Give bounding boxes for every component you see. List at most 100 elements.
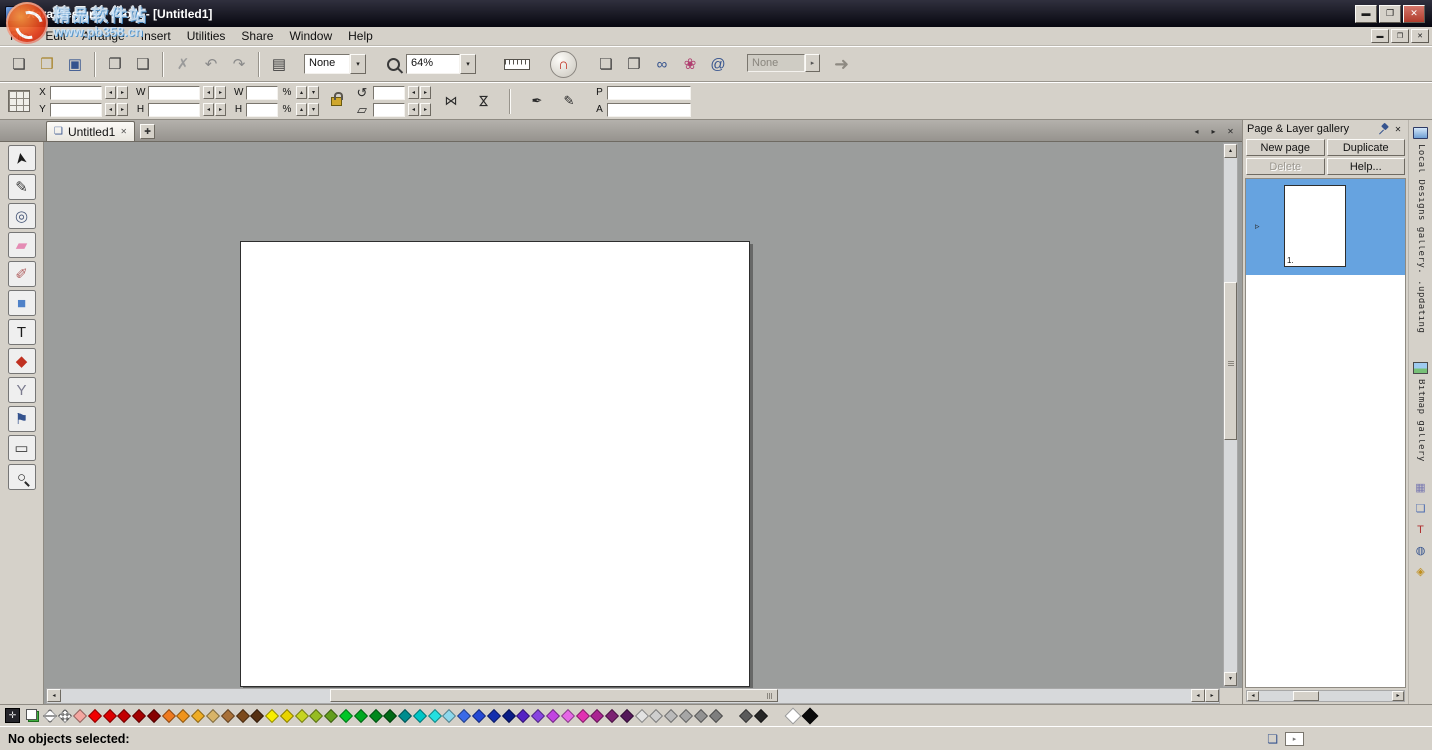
- width-increase-button[interactable]: ▸: [215, 86, 226, 99]
- color-swatch[interactable]: [235, 708, 249, 722]
- color-swatch[interactable]: [620, 708, 634, 722]
- canvas[interactable]: ▴ ▾ ◂ ◂ ▸: [44, 142, 1242, 704]
- name-gallery-icon[interactable]: ◈: [1416, 567, 1424, 578]
- transparency-tool-button[interactable]: Y: [8, 377, 36, 403]
- page-list-item[interactable]: ▹ 1.: [1246, 179, 1405, 275]
- color-swatch[interactable]: [88, 708, 102, 722]
- color-swatch[interactable]: [442, 708, 456, 722]
- text-tool-button[interactable]: T: [8, 319, 36, 345]
- color-swatch[interactable]: [354, 708, 368, 722]
- bitmap-gallery-tab[interactable]: Bitmap gallery: [1416, 379, 1425, 471]
- height-field[interactable]: [148, 103, 200, 117]
- pin-icon[interactable]: [1378, 123, 1389, 135]
- color-swatch[interactable]: [309, 708, 323, 722]
- gallery-scroll-right-button[interactable]: ▸: [1392, 691, 1404, 701]
- live-effect-value[interactable]: None: [747, 54, 805, 72]
- color-swatch[interactable]: [206, 708, 220, 722]
- color-swatch[interactable]: [784, 707, 801, 724]
- document-close-button[interactable]: ✕: [1411, 29, 1429, 43]
- fill-gallery-icon[interactable]: ▦: [1415, 483, 1425, 494]
- photo-tool-button[interactable]: ◎: [8, 203, 36, 229]
- color-swatch[interactable]: [575, 708, 589, 722]
- share-button[interactable]: ❀: [677, 51, 703, 77]
- menu-item[interactable]: Window: [281, 28, 340, 44]
- tab-scroll-right-button[interactable]: ▸: [1207, 124, 1220, 138]
- color-picker-icon[interactable]: ✛: [5, 708, 20, 723]
- color-swatch[interactable]: [694, 708, 708, 722]
- rotate-cw-button[interactable]: ▸: [420, 86, 431, 99]
- maximize-button[interactable]: ❐: [1379, 5, 1401, 23]
- color-swatch[interactable]: [221, 708, 235, 722]
- color-swatch[interactable]: [162, 708, 176, 722]
- delete-button[interactable]: ✗: [170, 51, 196, 77]
- color-swatch[interactable]: [398, 708, 412, 722]
- local-designs-gallery-icon[interactable]: [1413, 127, 1428, 139]
- vertical-scroll-thumb[interactable]: [1224, 282, 1237, 440]
- color-swatch[interactable]: [546, 708, 560, 722]
- y-position-field[interactable]: [50, 103, 102, 117]
- paste-format-button[interactable]: ▤: [266, 51, 292, 77]
- color-swatch[interactable]: [147, 708, 161, 722]
- color-swatch[interactable]: [708, 708, 722, 722]
- status-indicator-box[interactable]: ▸: [1285, 732, 1304, 746]
- page-thumbnail[interactable]: 1.: [1284, 185, 1346, 267]
- x-position-field[interactable]: [50, 86, 102, 100]
- zoom-dropdown-button[interactable]: ▾: [460, 54, 476, 74]
- scroll-left-button[interactable]: ◂: [47, 689, 61, 702]
- color-swatch[interactable]: [664, 708, 678, 722]
- no-color-swatch[interactable]: [43, 708, 57, 722]
- tab-bar-close-button[interactable]: ✕: [1224, 124, 1237, 138]
- rotate-ccw-button[interactable]: ◂: [408, 86, 419, 99]
- color-swatch[interactable]: [295, 708, 309, 722]
- p-field[interactable]: [607, 86, 691, 100]
- width-field[interactable]: [148, 86, 200, 100]
- minimize-button[interactable]: ▬: [1355, 5, 1377, 23]
- menu-item[interactable]: Insert: [133, 28, 179, 44]
- erase-tool-button[interactable]: ▰: [8, 232, 36, 258]
- skew-left-button[interactable]: ◂: [408, 103, 419, 116]
- zoom-value[interactable]: 64%: [406, 54, 460, 74]
- freehand-tool-button[interactable]: ✎: [8, 174, 36, 200]
- color-swatch[interactable]: [679, 708, 693, 722]
- scroll-right-button[interactable]: ▸: [1205, 689, 1219, 702]
- rotation-angle-field[interactable]: [373, 86, 405, 100]
- gallery-close-icon[interactable]: ✕: [1392, 125, 1404, 134]
- menu-item[interactable]: Arrange: [74, 28, 133, 44]
- color-swatch[interactable]: [487, 708, 501, 722]
- fill-style-value[interactable]: None: [304, 54, 350, 74]
- checker-swatch[interactable]: [58, 708, 72, 722]
- color-swatch[interactable]: [132, 708, 146, 722]
- show-rulers-button[interactable]: [500, 51, 534, 77]
- a-field[interactable]: [607, 103, 691, 117]
- color-swatch[interactable]: [176, 708, 190, 722]
- color-swatch[interactable]: [250, 708, 264, 722]
- menu-item[interactable]: File: [2, 28, 37, 44]
- shape-editor-tool-button[interactable]: ✐: [8, 261, 36, 287]
- redo-button[interactable]: ↷: [226, 51, 252, 77]
- y-decrease-button[interactable]: ◂: [105, 103, 116, 116]
- scroll-down-button[interactable]: ▾: [1224, 672, 1237, 686]
- clipart-gallery-icon[interactable]: ◍: [1416, 546, 1426, 557]
- flip-horizontal-button[interactable]: ⋈: [439, 90, 463, 112]
- scale-height-up-button[interactable]: ▴: [296, 103, 307, 116]
- y-increase-button[interactable]: ▸: [117, 103, 128, 116]
- effects-tool-button[interactable]: ⚑: [8, 406, 36, 432]
- anchor-point-grid[interactable]: [8, 90, 30, 112]
- height-decrease-button[interactable]: ◂: [203, 103, 214, 116]
- export-button[interactable]: ❏: [593, 51, 619, 77]
- horizontal-scrollbar[interactable]: ◂ ◂ ▸: [46, 688, 1220, 704]
- document-tab[interactable]: ❏ Untitled1 ✕: [46, 121, 135, 141]
- color-swatch[interactable]: [413, 708, 427, 722]
- color-swatch[interactable]: [649, 708, 663, 722]
- save-button[interactable]: ▣: [62, 51, 88, 77]
- skew-angle-field[interactable]: [373, 103, 405, 117]
- copy-settings-button[interactable]: ❑: [130, 51, 156, 77]
- apply-effect-button[interactable]: ➜: [834, 54, 849, 75]
- document-restore-button[interactable]: ❐: [1391, 29, 1409, 43]
- scale-height-down-button[interactable]: ▾: [308, 103, 319, 116]
- snap-to-objects-button[interactable]: ∩: [550, 51, 577, 78]
- color-swatch[interactable]: [561, 708, 575, 722]
- selector-tool-button[interactable]: ➤: [8, 145, 36, 171]
- document-page[interactable]: [240, 241, 750, 687]
- new-page-button[interactable]: New page: [1246, 139, 1325, 156]
